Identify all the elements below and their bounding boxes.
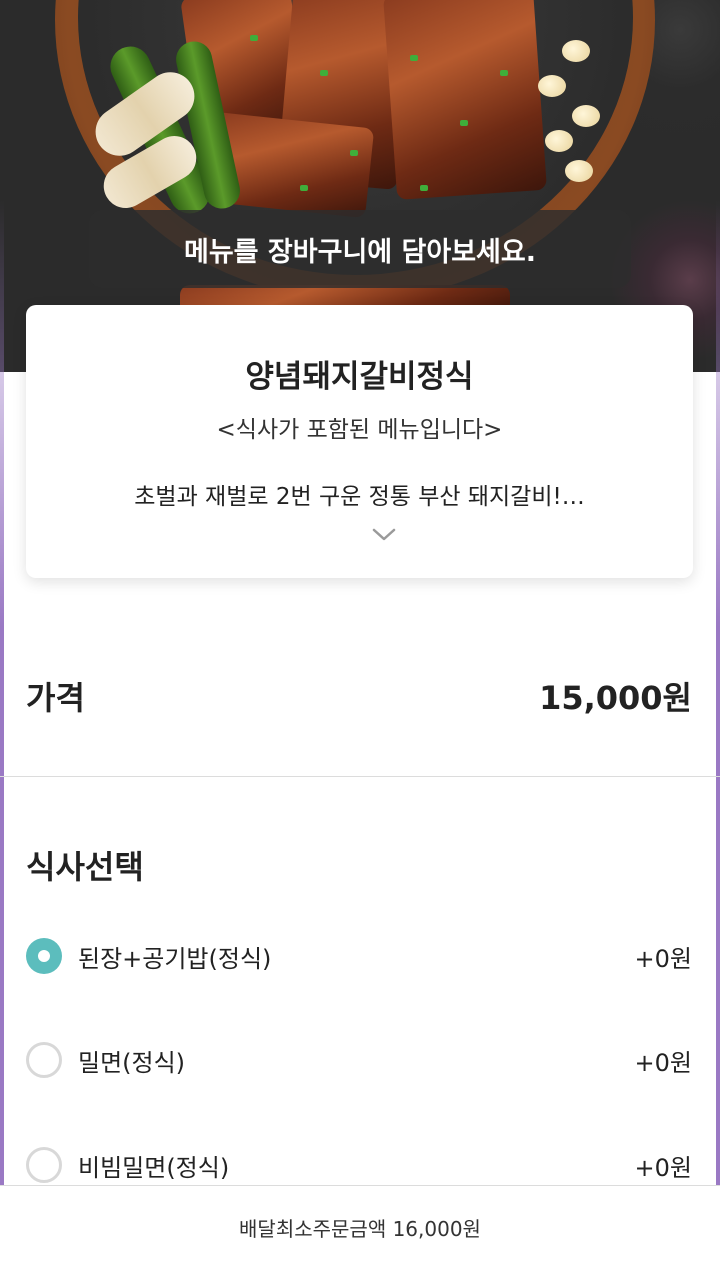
menu-title: 양념돼지갈비정식 xyxy=(245,359,474,395)
meal-select-title: 식사선택 xyxy=(26,848,144,886)
option-label: 비빔밀면(정식) xyxy=(78,1153,230,1182)
option-price: +0원 xyxy=(634,1153,692,1182)
divider xyxy=(0,776,720,777)
price-row: 가격 15,000원 xyxy=(26,676,692,717)
garlic xyxy=(545,130,573,152)
option-row[interactable]: 된장+공기밥(정식) +0원 xyxy=(26,934,692,978)
radio-button-selected[interactable] xyxy=(26,938,62,974)
option-row[interactable]: 밀면(정식) +0원 xyxy=(26,1038,692,1082)
chive xyxy=(460,120,468,126)
chive xyxy=(420,185,428,191)
option-price: +0원 xyxy=(634,1048,692,1077)
radio-button[interactable] xyxy=(26,1042,62,1078)
price-label: 가격 xyxy=(26,679,85,717)
edge-line-right xyxy=(716,200,720,1268)
chive xyxy=(300,185,308,191)
garlic xyxy=(562,40,590,62)
meat-piece xyxy=(383,0,547,200)
chive xyxy=(250,35,258,41)
price-value: 15,000원 xyxy=(539,679,692,717)
min-order-footer: 배달최소주문금액 16,000원 xyxy=(0,1185,720,1268)
option-row[interactable]: 비빔밀면(정식) +0원 xyxy=(26,1143,692,1187)
garlic xyxy=(538,75,566,97)
chive xyxy=(350,150,358,156)
edge-line-left xyxy=(0,200,4,1268)
option-price: +0원 xyxy=(634,944,692,973)
chevron-down-icon[interactable] xyxy=(372,527,396,543)
cart-toast: 메뉴를 장바구니에 담아보세요. xyxy=(89,210,631,288)
menu-info-card: 양념돼지갈비정식 <식사가 포함된 메뉴입니다> 초벌과 재벌로 2번 구운 정… xyxy=(26,305,693,578)
chive xyxy=(320,70,328,76)
radio-button[interactable] xyxy=(26,1147,62,1183)
option-label: 밀면(정식) xyxy=(78,1048,186,1077)
menu-description[interactable]: 초벌과 재벌로 2번 구운 정통 부산 돼지갈비!… xyxy=(26,477,693,511)
garlic xyxy=(572,105,600,127)
garlic xyxy=(565,160,593,182)
chive xyxy=(410,55,418,61)
option-label: 된장+공기밥(정식) xyxy=(78,944,272,973)
menu-subtitle: <식사가 포함된 메뉴입니다> xyxy=(216,417,503,443)
chive xyxy=(500,70,508,76)
